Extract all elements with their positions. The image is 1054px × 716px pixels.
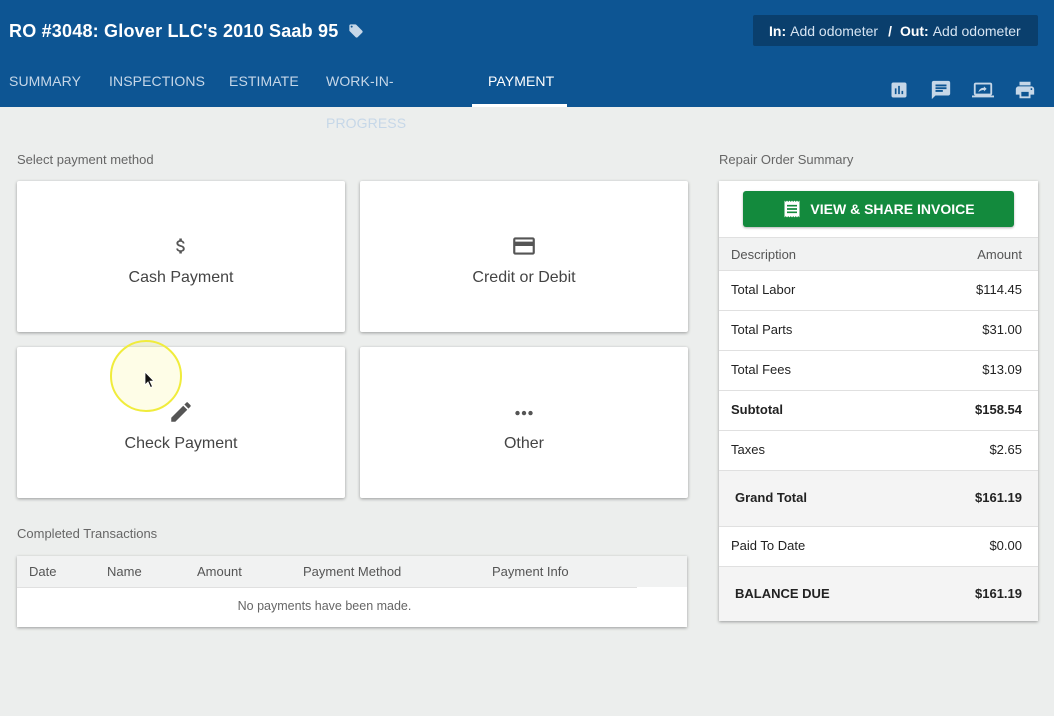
check-payment-label: Check Payment — [124, 435, 238, 452]
toolbar-icons — [888, 79, 1036, 101]
summary-amount-header: Amount — [977, 247, 1022, 262]
summary-row-subtotal: Subtotal $158.54 — [719, 390, 1038, 430]
cash-payment-card[interactable]: Cash Payment — [17, 181, 345, 332]
odometer-out-link[interactable]: Add odometer — [933, 23, 1021, 39]
dollar-icon — [17, 233, 345, 259]
summary-row-grand-total: Grand Total $161.19 — [719, 470, 1038, 526]
summary-amount: $0.00 — [989, 538, 1022, 553]
pencil-icon — [17, 399, 345, 425]
other-payment-label: Other — [503, 435, 544, 452]
mouse-cursor-icon — [144, 371, 156, 394]
tab-estimate[interactable]: ESTIMATE — [229, 60, 326, 107]
summary-row-balance-due: BALANCE DUE $161.19 — [719, 566, 1038, 621]
transactions-section-label: Completed Transactions — [17, 526, 158, 541]
repair-order-summary: VIEW & SHARE INVOICE Description Amount … — [719, 181, 1038, 621]
other-payment-card[interactable]: Other — [360, 347, 688, 498]
summary-amount: $13.09 — [982, 362, 1022, 377]
chart-icon[interactable] — [888, 79, 910, 101]
credit-debit-label: Credit or Debit — [472, 269, 576, 286]
summary-amount: $161.19 — [975, 586, 1022, 601]
summary-description: Total Fees — [731, 362, 791, 377]
payment-section-label: Select payment method — [17, 152, 154, 167]
divider — [17, 587, 637, 588]
screen-share-icon[interactable] — [972, 79, 994, 101]
page-title: RO #3048: Glover LLC's 2010 Saab 95 — [9, 20, 339, 41]
summary-description: Total Parts — [731, 322, 793, 337]
empty-transactions-message: No payments have been made. — [237, 599, 412, 613]
column-header-name[interactable]: Name — [107, 564, 142, 579]
tab-summary[interactable]: SUMMARY — [9, 60, 109, 107]
summary-amount: $114.45 — [975, 282, 1022, 297]
summary-description: Total Labor — [731, 282, 796, 297]
tab-work-in-progress[interactable]: WORK-IN-PROGRESS — [326, 60, 472, 131]
transactions-table: Date Name Amount Payment Method Payment … — [17, 556, 687, 627]
transactions-table-header: Date Name Amount Payment Method Payment … — [17, 556, 687, 587]
odometer-in-label: In: — [769, 22, 787, 39]
tab-inspections[interactable]: INSPECTIONS — [109, 60, 229, 107]
summary-row-taxes: Taxes $2.65 — [719, 430, 1038, 470]
print-icon[interactable] — [1014, 79, 1036, 101]
summary-description: Subtotal — [731, 402, 783, 417]
summary-row-total-parts: Total Parts $31.00 — [719, 310, 1038, 350]
summary-amount: $31.00 — [982, 322, 1022, 337]
message-icon[interactable] — [930, 79, 952, 101]
summary-description: Grand Total — [735, 490, 807, 505]
summary-amount: $158.54 — [975, 402, 1022, 417]
summary-section-label: Repair Order Summary — [719, 152, 854, 167]
summary-description-header: Description — [731, 247, 797, 262]
cash-payment-label: Cash Payment — [128, 269, 234, 286]
tab-bar: SUMMARY INSPECTIONS ESTIMATE WORK-IN-PRO… — [0, 60, 567, 131]
odometer-bar: In: Add odometer / Out: Add odometer — [753, 15, 1038, 46]
odometer-out-label: Out: — [899, 22, 929, 39]
odometer-separator: / — [888, 22, 892, 39]
credit-debit-card[interactable]: Credit or Debit — [360, 181, 688, 332]
summary-description: Paid To Date — [731, 538, 806, 553]
tag-icon[interactable] — [348, 23, 364, 39]
summary-header-row: Description Amount — [719, 237, 1038, 270]
summary-description: Taxes — [731, 442, 765, 457]
summary-row-total-fees: Total Fees $13.09 — [719, 350, 1038, 390]
summary-row-paid-to-date: Paid To Date $0.00 — [719, 526, 1038, 566]
summary-amount: $2.65 — [989, 442, 1022, 457]
summary-amount: $161.19 — [975, 490, 1022, 505]
column-header-date[interactable]: Date — [29, 564, 56, 579]
more-horiz-icon — [360, 399, 688, 425]
column-header-amount[interactable]: Amount — [197, 564, 242, 579]
tab-payment[interactable]: PAYMENT — [472, 60, 567, 107]
view-share-invoice-button[interactable]: VIEW & SHARE INVOICE — [743, 191, 1014, 227]
invoice-button-label: VIEW & SHARE INVOICE — [810, 201, 975, 217]
credit-card-icon — [360, 233, 688, 259]
summary-description: BALANCE DUE — [735, 586, 830, 601]
summary-row-total-labor: Total Labor $114.45 — [719, 270, 1038, 310]
column-header-payment-method[interactable]: Payment Method — [303, 564, 401, 579]
column-header-payment-info[interactable]: Payment Info — [492, 564, 569, 579]
app-header: RO #3048: Glover LLC's 2010 Saab 95 In: … — [0, 0, 1054, 131]
odometer-in-link[interactable]: Add odometer — [790, 23, 878, 39]
title-row: RO #3048: Glover LLC's 2010 Saab 95 — [9, 18, 364, 44]
invoice-icon — [784, 200, 800, 218]
